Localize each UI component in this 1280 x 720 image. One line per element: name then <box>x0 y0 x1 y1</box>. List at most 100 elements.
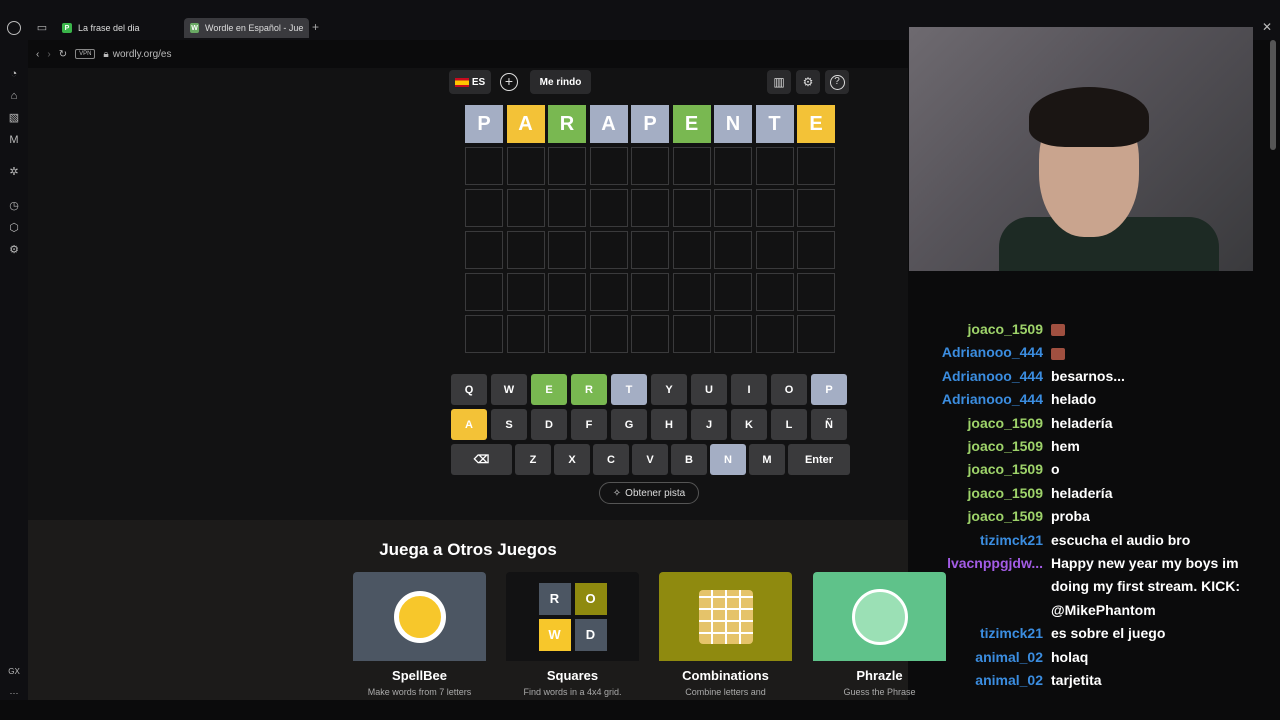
key-z[interactable]: Z <box>515 444 551 475</box>
chat-text: Happy new year my boys im doing my first… <box>1051 555 1241 618</box>
chat-username[interactable]: joaco_1509 <box>909 318 1051 341</box>
key-g[interactable]: G <box>611 409 647 440</box>
back-icon[interactable]: ‹ <box>36 49 39 60</box>
key-o[interactable]: O <box>771 374 807 405</box>
spellbee-thumbnail <box>353 572 486 661</box>
key-n[interactable]: N <box>710 444 746 475</box>
new-tab-button[interactable]: + <box>312 20 319 34</box>
key-m[interactable]: M <box>749 444 785 475</box>
key-b[interactable]: B <box>671 444 707 475</box>
key-v[interactable]: V <box>632 444 668 475</box>
game-card-squares[interactable]: R O W D Squares Find words in a 4x4 grid… <box>506 572 639 700</box>
on-screen-keyboard: Q W E R T Y U I O P A S D F G H J K L Ñ ⌫ Z X C V B N M Enter <box>451 374 851 479</box>
key-f[interactable]: F <box>571 409 607 440</box>
opera-logo-icon[interactable] <box>7 21 21 35</box>
reload-icon[interactable]: ↻ <box>59 49 67 60</box>
chatgpt-icon[interactable]: ✲ <box>8 166 20 178</box>
board-tile <box>506 147 545 185</box>
scrollbar[interactable] <box>1270 40 1276 150</box>
key-c[interactable]: C <box>593 444 629 475</box>
hint-button[interactable]: ✧ Obtener pista <box>599 482 699 504</box>
square-tile: W <box>538 618 571 651</box>
chat-username[interactable]: joaco_1509 <box>909 505 1051 528</box>
chat-username[interactable]: Adrianooo_444 <box>909 388 1051 411</box>
key-i[interactable]: I <box>731 374 767 405</box>
chat-username[interactable]: joaco_1509 <box>909 412 1051 435</box>
key-y[interactable]: Y <box>651 374 687 405</box>
key-k[interactable]: K <box>731 409 767 440</box>
key-w[interactable]: W <box>491 374 527 405</box>
squares-thumbnail: R O W D <box>506 572 639 661</box>
game-card-spellbee[interactable]: SpellBee Make words from 7 letters <box>353 572 486 700</box>
key-u[interactable]: U <box>691 374 727 405</box>
key-d[interactable]: D <box>531 409 567 440</box>
chat-username[interactable]: animal_02 <box>909 669 1051 692</box>
board-tile <box>755 231 794 269</box>
shopping-icon[interactable]: ⌂ <box>8 90 20 102</box>
chat-text: helado <box>1051 391 1097 408</box>
url-text[interactable]: wordly.org/es <box>113 49 172 60</box>
chat-username[interactable]: lvacnppgjdw... <box>909 552 1051 622</box>
player-icon[interactable]: ▧ <box>8 112 20 124</box>
chat-username[interactable]: tizimck21 <box>909 529 1051 552</box>
forward-icon[interactable]: › <box>47 49 50 60</box>
chat-username[interactable]: joaco_1509 <box>909 458 1051 481</box>
language-selector[interactable]: ES <box>449 70 491 94</box>
more-icon[interactable]: ··· <box>8 687 20 699</box>
key-x[interactable]: X <box>554 444 590 475</box>
chat-bubble-icon <box>851 588 908 645</box>
chat-username[interactable]: tizimck21 <box>909 622 1051 645</box>
board-tile <box>589 189 628 227</box>
stats-icon[interactable]: ▥ <box>767 70 791 94</box>
board-tile: P <box>631 105 669 143</box>
history-icon[interactable]: ◷ <box>8 200 20 212</box>
square-tile: O <box>574 582 607 615</box>
tab-wordle[interactable]: W Wordle en Español - Juego <box>184 18 309 38</box>
chat-username[interactable]: Adrianooo_444 <box>909 341 1051 364</box>
board-tile <box>465 147 503 185</box>
key-a[interactable]: A <box>451 409 487 440</box>
board-row <box>465 231 835 269</box>
tab-manager-icon[interactable]: ▭ <box>36 22 48 34</box>
chat-text: tarjetita <box>1051 672 1102 689</box>
board-tile <box>714 189 752 227</box>
chat-username[interactable]: joaco_1509 <box>909 482 1051 505</box>
help-icon[interactable]: ? <box>825 70 849 94</box>
key-s[interactable]: S <box>491 409 527 440</box>
tab-la-frase[interactable]: P La frase del dia <box>56 18 176 38</box>
language-label: ES <box>471 76 486 88</box>
key-j[interactable]: J <box>691 409 727 440</box>
close-window-button[interactable]: ✕ <box>1262 20 1272 34</box>
key-ñ[interactable]: Ñ <box>811 409 847 440</box>
key-q[interactable]: Q <box>451 374 487 405</box>
board-tile <box>548 315 586 353</box>
new-game-icon[interactable]: + <box>500 73 518 91</box>
game-header: ES + Me rindo ▥ ⚙ ? <box>449 70 859 94</box>
messenger-icon[interactable]: M <box>8 134 20 146</box>
key-t[interactable]: T <box>611 374 647 405</box>
chat-username[interactable]: joaco_1509 <box>909 435 1051 458</box>
backspace-key[interactable]: ⌫ <box>451 444 512 475</box>
key-l[interactable]: L <box>771 409 807 440</box>
vpn-badge[interactable]: VPN <box>75 49 96 59</box>
extensions-icon[interactable]: ⬡ <box>8 222 20 234</box>
board-tile <box>755 273 794 311</box>
board-tile <box>755 189 794 227</box>
settings-icon[interactable]: ⚙ <box>8 244 20 256</box>
board-tile <box>589 147 628 185</box>
key-p[interactable]: P <box>811 374 847 405</box>
aria-icon[interactable]: ◔ <box>8 68 20 80</box>
card-title: SpellBee <box>392 668 447 683</box>
key-h[interactable]: H <box>651 409 687 440</box>
key-r[interactable]: R <box>571 374 607 405</box>
enter-key[interactable]: Enter <box>788 444 850 475</box>
key-e[interactable]: E <box>531 374 567 405</box>
chat-username[interactable]: animal_02 <box>909 646 1051 669</box>
game-card-combinations[interactable]: Combinations Combine letters and <box>659 572 792 700</box>
gear-icon[interactable]: ⚙ <box>796 70 820 94</box>
gx-label[interactable]: GX <box>8 666 20 678</box>
give-up-button[interactable]: Me rindo <box>530 70 591 94</box>
chat-username[interactable]: Adrianooo_444 <box>909 365 1051 388</box>
address-bar[interactable]: ‹ › ↻ VPN 🔒︎ wordly.org/es <box>28 40 908 68</box>
other-games-section: Juega a Otros Juegos SpellBee Make words… <box>28 520 946 700</box>
